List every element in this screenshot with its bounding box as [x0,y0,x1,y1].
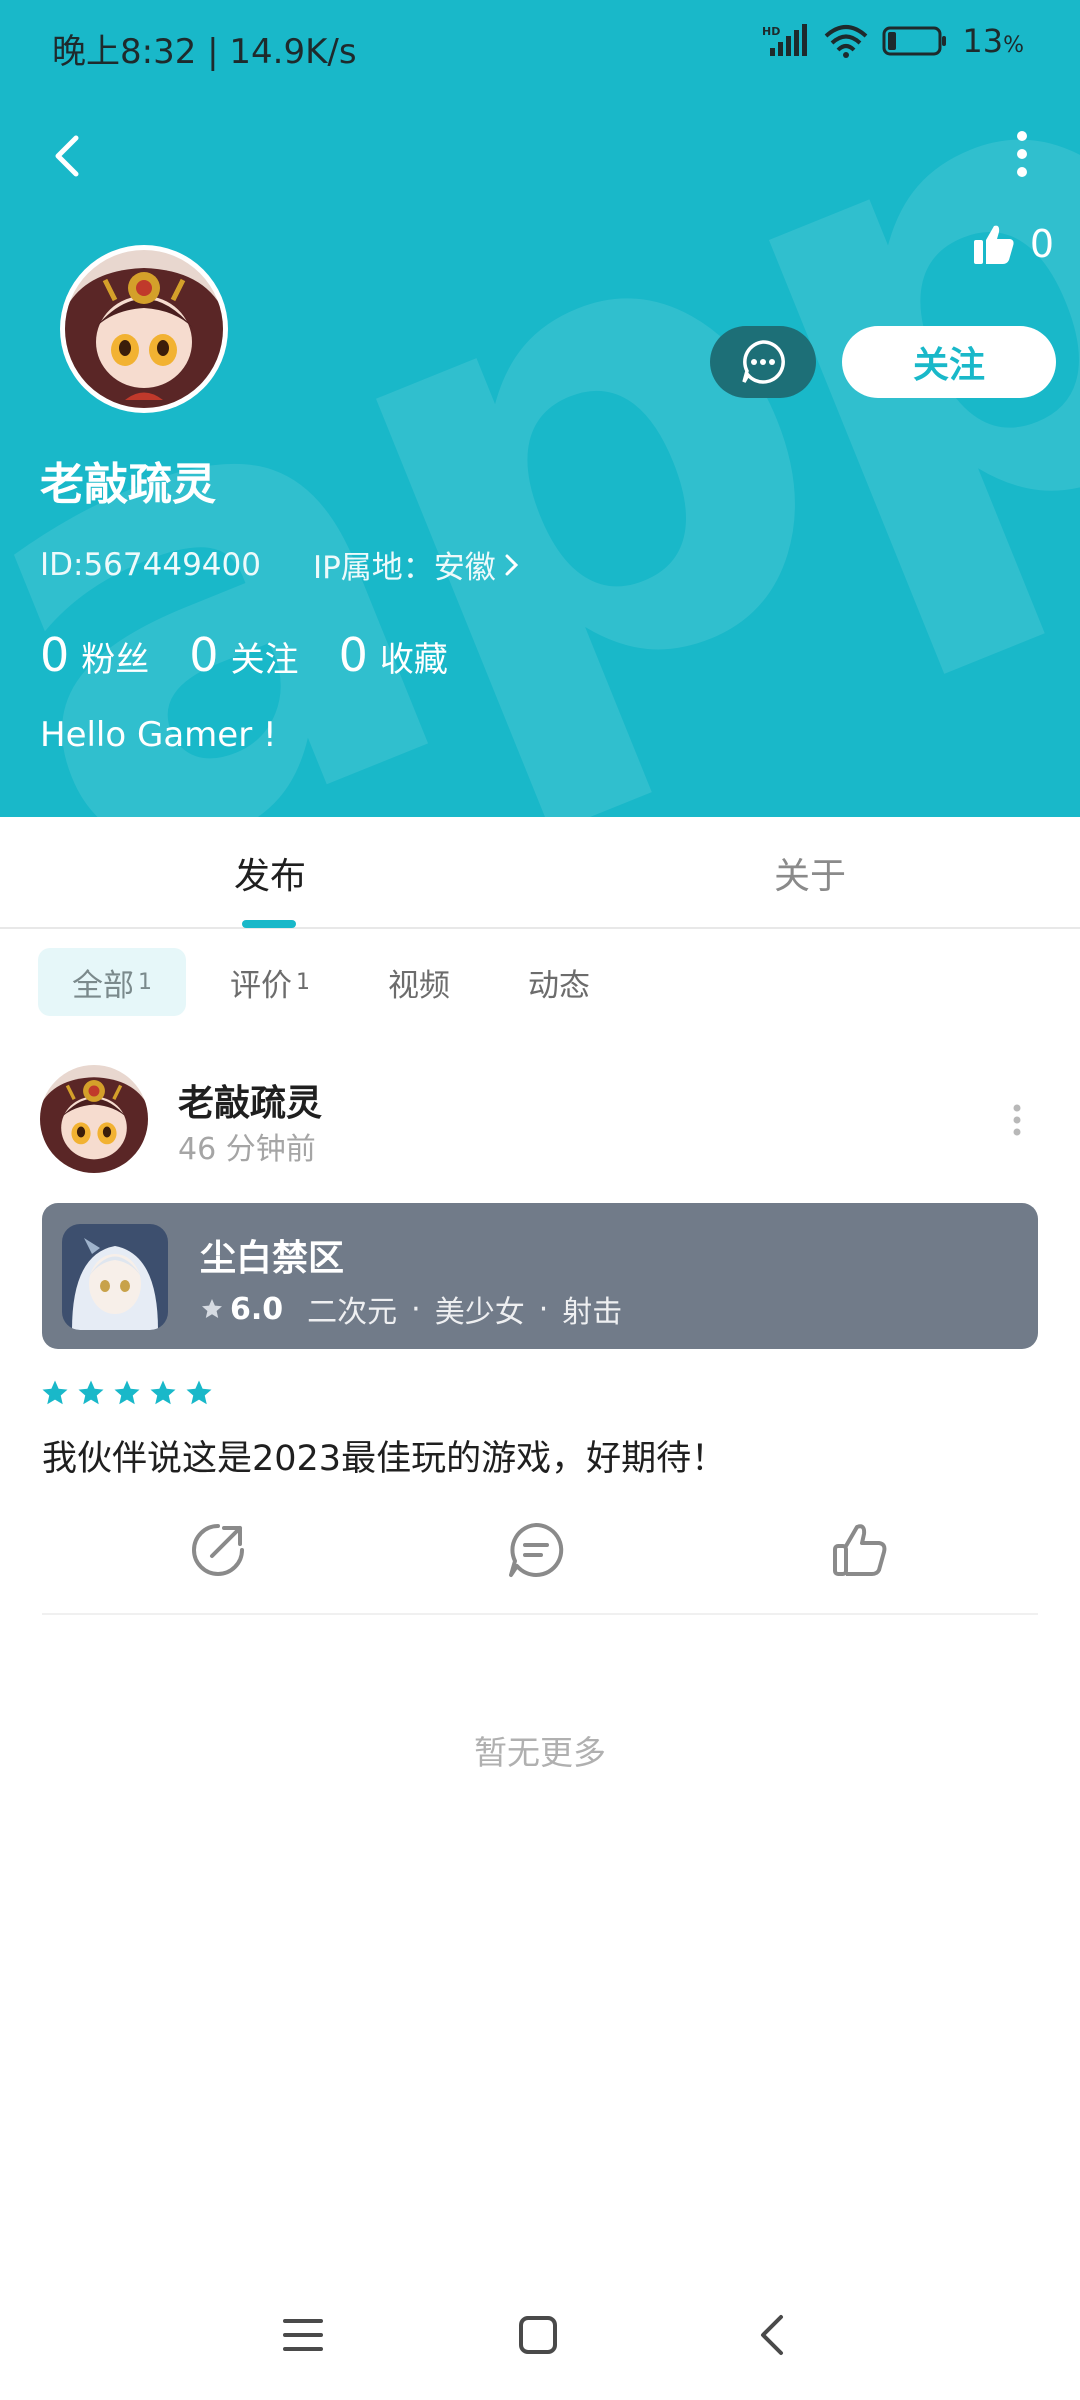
share-icon [192,1524,244,1576]
filter-label: 评价 [230,967,292,1004]
no-more-text: 暂无更多 [474,1733,606,1772]
profile-tabs: 发布 关于 [0,817,1080,929]
profile-like-button[interactable]: 0 [972,222,1054,266]
status-icons: HD 13% [762,22,1024,60]
share-button[interactable] [178,1510,258,1590]
game-tag: 二次元 [307,1295,398,1330]
tab-posts[interactable]: 发布 [130,817,410,929]
review-stars [40,1378,214,1408]
filter-all[interactable]: 全部 1 [38,948,186,1016]
chevron-left-icon [55,135,79,177]
ip-location-link[interactable]: IP属地：安徽 [313,542,522,587]
back-button[interactable] [34,120,106,192]
post-timestamp: 46 分钟前 [178,1132,316,1167]
game-card[interactable]: 尘白禁区 6.0 二次元 · 美少女 · 射击 [42,1203,1038,1349]
signal-icon: HD [762,24,808,56]
filter-count: 1 [138,969,152,995]
stat-favorites[interactable]: 0 收藏 [339,628,448,682]
profile-avatar[interactable] [60,245,228,413]
follow-button[interactable]: 关注 [842,326,1056,398]
game-tag: 射击 [562,1295,623,1330]
profile-id-row: ID:567449400 IP属地：安徽 [40,542,522,587]
stat-label: 收藏 [379,640,448,680]
game-rating: 6.0 [230,1291,284,1327]
filter-label: 视频 [388,967,450,1004]
post-filters: 全部 1 评价 1 视频 动态 [38,948,634,1016]
star-icon [42,1380,68,1405]
stat-label: 粉丝 [81,640,150,680]
stat-number: 0 [40,628,70,682]
status-time: 晚上8:32 | 14.9K/s [52,32,357,72]
like-count: 0 [1029,222,1054,266]
post-author-avatar[interactable] [40,1065,148,1173]
message-button[interactable] [710,326,816,398]
game-name: 尘白禁区 [200,1238,345,1279]
game-tag: 美少女 [434,1295,525,1330]
thumbs-up-icon [973,225,1014,264]
game-cover-image [62,1224,168,1330]
avatar-image [40,1065,148,1173]
filter-count: 1 [296,969,310,995]
comment-button[interactable] [496,1510,576,1590]
star-icon [150,1380,176,1405]
filter-reviews[interactable]: 评价 1 [196,948,344,1016]
star-icon [202,1299,222,1318]
ip-location-text: IP属地：安徽 [312,550,496,586]
chevron-left-icon [761,2315,783,2355]
home-square-icon [519,2316,557,2354]
more-vertical-icon [1017,131,1027,177]
star-icon [114,1380,140,1405]
chevron-right-icon [505,554,518,575]
wifi-icon [825,25,868,58]
filter-moments[interactable]: 动态 [494,948,624,1016]
profile-header: app 晚上8:32 | 14.9K/s HD 13% 0 关注 老敲疏灵 ID… [0,0,1080,817]
game-icon [62,1224,168,1330]
game-meta: 6.0 二次元 · 美少女 · 射击 [200,1287,622,1331]
chat-bubble-icon [742,340,785,384]
post-more-button[interactable] [1000,1100,1034,1140]
profile-id: ID:567449400 [40,546,261,583]
nav-menu-button[interactable] [268,2300,338,2370]
tag-separator: · [538,1291,549,1327]
comment-icon [509,1522,564,1577]
more-options-button[interactable] [992,118,1052,190]
profile-stats: 0 粉丝 0 关注 0 收藏 [40,628,488,682]
status-bar: 晚上8:32 | 14.9K/s HD 13% [0,0,1080,95]
post-actions [0,1510,1080,1590]
profile-username: 老敲疏灵 [40,459,216,510]
more-vertical-icon [1013,1104,1021,1136]
stat-label: 关注 [230,640,299,680]
tab-active-indicator [242,920,296,928]
system-nav-bar [0,2290,1080,2380]
post-author-name[interactable]: 老敲疏灵 [178,1074,322,1126]
stat-following[interactable]: 0 关注 [189,628,298,682]
nav-home-button[interactable] [503,2300,573,2370]
profile-bio: Hello Gamer ! [40,715,277,755]
battery-text: 13% [962,22,1024,60]
star-icon [78,1380,104,1405]
svg-text:HD: HD [762,25,780,38]
filter-label: 动态 [528,967,590,1004]
filter-videos[interactable]: 视频 [354,948,484,1016]
tag-separator: · [411,1291,421,1327]
filter-label: 全部 [72,967,134,1004]
post-divider [42,1613,1038,1615]
nav-back-button[interactable] [738,2300,808,2370]
avatar-image [65,250,223,408]
tab-about[interactable]: 关于 [670,817,950,929]
star-icon [186,1380,212,1405]
stat-number: 0 [189,628,219,682]
menu-icon [283,2319,323,2351]
battery-icon [882,26,947,56]
review-text[interactable]: 我伙伴说这是2023最佳玩的游戏，好期待！ [42,1430,726,1481]
like-post-button[interactable] [820,1510,900,1590]
stat-fans[interactable]: 0 粉丝 [40,628,149,682]
thumbs-up-outline-icon [833,1524,887,1576]
stat-number: 0 [338,628,368,682]
